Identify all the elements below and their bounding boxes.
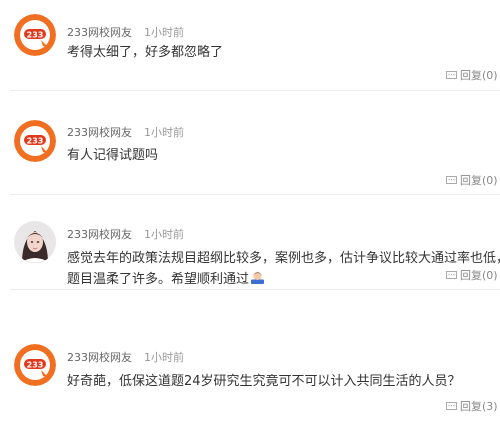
comment-bubble-icon (446, 401, 457, 410)
comment-text: 考得太细了，好多都忽略了 (67, 45, 224, 60)
timestamp: 1小时前 (144, 351, 184, 364)
reply-label: 回复(0) (460, 174, 498, 187)
reply-button[interactable]: 回复(3) (446, 398, 498, 414)
divider (10, 194, 500, 195)
comment-text: 好奇葩，低保这道题24岁研究生究竟可不可以计入共同生活的人员？ (67, 374, 461, 389)
divider (10, 90, 500, 91)
avatar[interactable]: 233 (14, 14, 56, 56)
comment-meta: 233网校网友 1小时前 (67, 349, 184, 365)
timestamp: 1小时前 (144, 126, 184, 139)
comment-bubble-icon (446, 175, 457, 184)
avatar[interactable]: 233 (14, 120, 56, 162)
comment-text-line: 题目温柔了许多。希望顺利通过 (67, 269, 499, 290)
233-logo-icon: 233 (14, 344, 56, 386)
comment-bubble-icon (446, 270, 457, 279)
username[interactable]: 233网校网友 (67, 351, 132, 364)
comment-bubble-icon (446, 70, 457, 79)
reply-label: 回复(0) (460, 269, 498, 282)
timestamp: 1小时前 (144, 26, 184, 39)
233-logo-icon: 233 (14, 120, 56, 162)
comment-text-segment: 题目温柔了许多。希望顺利通过 (67, 272, 250, 287)
comment-text-line: 感觉去年的政策法规目超纲比较多，案例也多，估计争议比较大通过率也低， (67, 251, 500, 266)
comment-meta: 233网校网友 1小时前 (67, 124, 184, 140)
reply-label: 回复(3) (460, 400, 498, 413)
comment-meta: 233网校网友 1小时前 (67, 24, 184, 40)
praying-emoji-icon (251, 271, 265, 284)
svg-text:233: 233 (27, 137, 44, 146)
comment-meta: 233网校网友 1小时前 (67, 226, 184, 242)
svg-text:233: 233 (27, 361, 44, 370)
comment-text: 有人记得试题吗 (67, 148, 159, 163)
comment-text: 感觉去年的政策法规目超纲比较多，案例也多，估计争议比较大通过率也低， 题目温柔了… (67, 248, 500, 290)
avatar[interactable]: 233 (14, 344, 56, 386)
divider (10, 289, 500, 290)
svg-text:233: 233 (27, 31, 44, 40)
reply-label: 回复(0) (460, 69, 498, 82)
username[interactable]: 233网校网友 (67, 126, 132, 139)
username[interactable]: 233网校网友 (67, 26, 132, 39)
233-logo-icon: 233 (14, 14, 56, 56)
username[interactable]: 233网校网友 (67, 228, 132, 241)
reply-button[interactable]: 回复(0) (446, 172, 498, 188)
timestamp: 1小时前 (144, 228, 184, 241)
user-photo-icon (14, 221, 56, 263)
avatar[interactable] (14, 221, 56, 263)
reply-button[interactable]: 回复(0) (446, 67, 498, 83)
reply-button[interactable]: 回复(0) (446, 267, 498, 283)
